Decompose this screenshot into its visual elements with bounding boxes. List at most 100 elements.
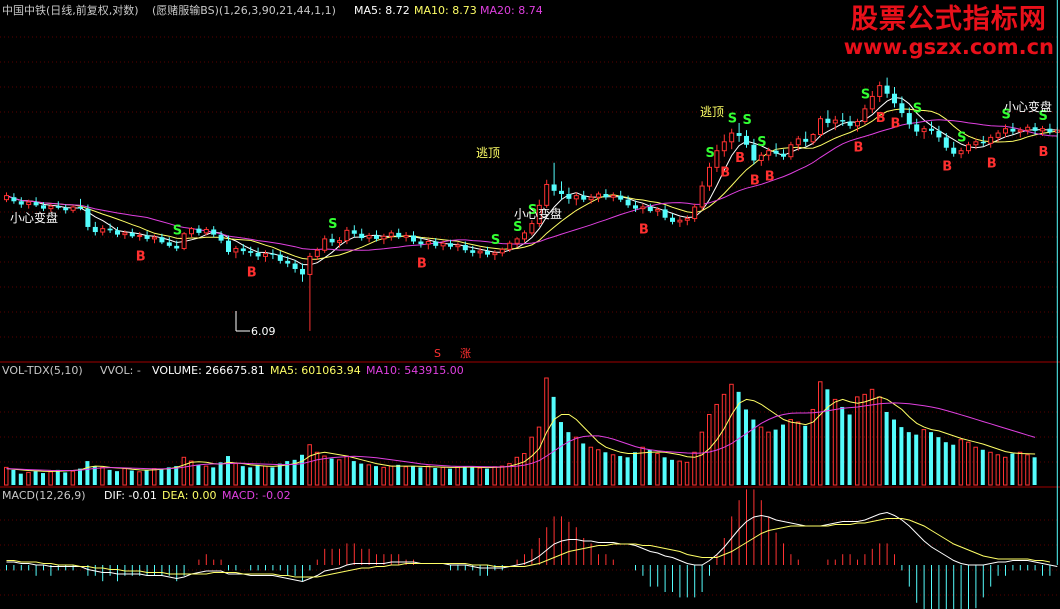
macd-histogram [6, 0, 1058, 609]
volume-bar-up [758, 426, 764, 486]
volume-bar-down [559, 422, 563, 485]
ma20-label: MA20: 8.74 [480, 4, 543, 17]
candle-body-down [1010, 128, 1016, 132]
volume-bar-down [107, 469, 112, 485]
volume-bar-down [359, 463, 364, 485]
sell-signal: S [491, 233, 500, 248]
candle-body-down [803, 138, 809, 142]
volume-bar-down [825, 389, 830, 485]
dea-line [6, 518, 1050, 578]
candle-body-down [773, 150, 779, 154]
candle-body-down [618, 195, 624, 200]
volume-bar-up [499, 465, 505, 486]
candle-body-down [633, 205, 638, 209]
candle-body-up [677, 219, 683, 223]
volume-bar-up [966, 441, 971, 486]
ma5-label: MA5: 8.72 [354, 4, 410, 17]
volume-bar-up [514, 456, 520, 486]
buy-signal: B [750, 173, 760, 188]
volume-bar-up [1017, 451, 1023, 486]
candle-body-down [285, 260, 291, 264]
candle-body-down [899, 103, 905, 114]
volume-bar-up [4, 466, 9, 486]
volume-bar-up [699, 431, 705, 486]
dea-label: DEA: 0.00 [162, 489, 216, 502]
volume-bar-up [877, 396, 882, 486]
sell-signal: S [743, 113, 752, 128]
candle-body-up [322, 238, 328, 251]
candle-body-up [388, 232, 394, 237]
volume-bar-down [980, 449, 985, 485]
volume-bar-up [788, 419, 793, 486]
volume-bar-down [462, 466, 467, 485]
candle-body-down [166, 242, 172, 246]
volume-bar-up [1003, 456, 1008, 486]
candle-body-up [514, 238, 520, 244]
volume-bar-up [573, 436, 579, 486]
volume-bar-down [803, 425, 808, 485]
volume-bar-up [536, 426, 542, 486]
escape-top-label-1: 逃顶 [476, 146, 500, 160]
candle-body-down [78, 206, 83, 209]
indicator-params: (愿赌服输BS)(1,26,3,90,21,44,1,1) [152, 3, 336, 17]
volume-bar-down [396, 464, 401, 485]
buy-signal: B [417, 257, 427, 272]
volume-bar-down [85, 461, 90, 485]
volume-bar-up [48, 471, 53, 486]
candle-body-down [551, 184, 557, 191]
candle-body-up [499, 248, 505, 254]
dif-label: DIF: -0.01 [104, 489, 157, 502]
candle-body-up [855, 121, 860, 127]
volume-bar-down [670, 459, 674, 485]
volume-bar-up [766, 431, 771, 486]
volume-bar-down [892, 419, 896, 485]
candle-body-up [529, 223, 535, 234]
candle-body-down [255, 252, 261, 257]
candle-body-down [92, 226, 98, 233]
candle-body-up [455, 244, 461, 248]
volume-bar-up [921, 429, 927, 486]
volume-bar-up [721, 393, 727, 486]
volume-bar-down [625, 457, 630, 485]
volume-bar-down [63, 472, 68, 485]
volume-bar-down [899, 427, 904, 485]
buy-signal: B [876, 111, 886, 126]
candle-body-up [26, 201, 32, 206]
candle-body-up [4, 195, 9, 201]
volume-bar-up [100, 466, 105, 486]
candle-body-up [988, 136, 994, 144]
volume-bar-up [862, 393, 867, 486]
candle-body-down [240, 248, 246, 252]
grid [0, 36, 1060, 596]
candle-body-down [277, 254, 283, 261]
candle-body-up [766, 150, 772, 156]
buy-signal: B [942, 160, 952, 175]
volume-bar-up [322, 455, 327, 486]
candle-body-up [181, 233, 187, 249]
volume-bar-up [596, 449, 601, 486]
candle-body-up [492, 252, 498, 256]
candle-body-up [440, 242, 446, 247]
candle-body-up [337, 240, 342, 243]
candle-body-up [137, 234, 143, 237]
volume-bar-up [655, 453, 660, 486]
escape-top-label-2: 逃顶 [700, 105, 724, 119]
volume-bar-down [581, 443, 586, 485]
volume-bar-up [337, 459, 342, 486]
volume-bar-down [744, 409, 748, 485]
volume-bar-down [115, 471, 119, 485]
volume-bar-up [855, 396, 860, 486]
volume-bar-down [906, 432, 911, 485]
candle-body-down [566, 194, 572, 199]
vvol-label: VVOL: - [100, 364, 141, 377]
volume-bar-down [951, 444, 956, 485]
candle-body-up [233, 247, 239, 253]
volume-bar-up [122, 468, 127, 486]
candle-body-up [307, 255, 313, 275]
volume-bar-down [248, 467, 253, 485]
candle-body-down [892, 93, 897, 104]
volume-bar-down [196, 464, 201, 485]
candle-body-down [218, 234, 224, 241]
stock-chart: 中国中铁(日线,前复权,对数) (愿赌服输BS)(1,26,3,90,21,44… [0, 0, 1060, 609]
candle-body-up [610, 195, 616, 198]
